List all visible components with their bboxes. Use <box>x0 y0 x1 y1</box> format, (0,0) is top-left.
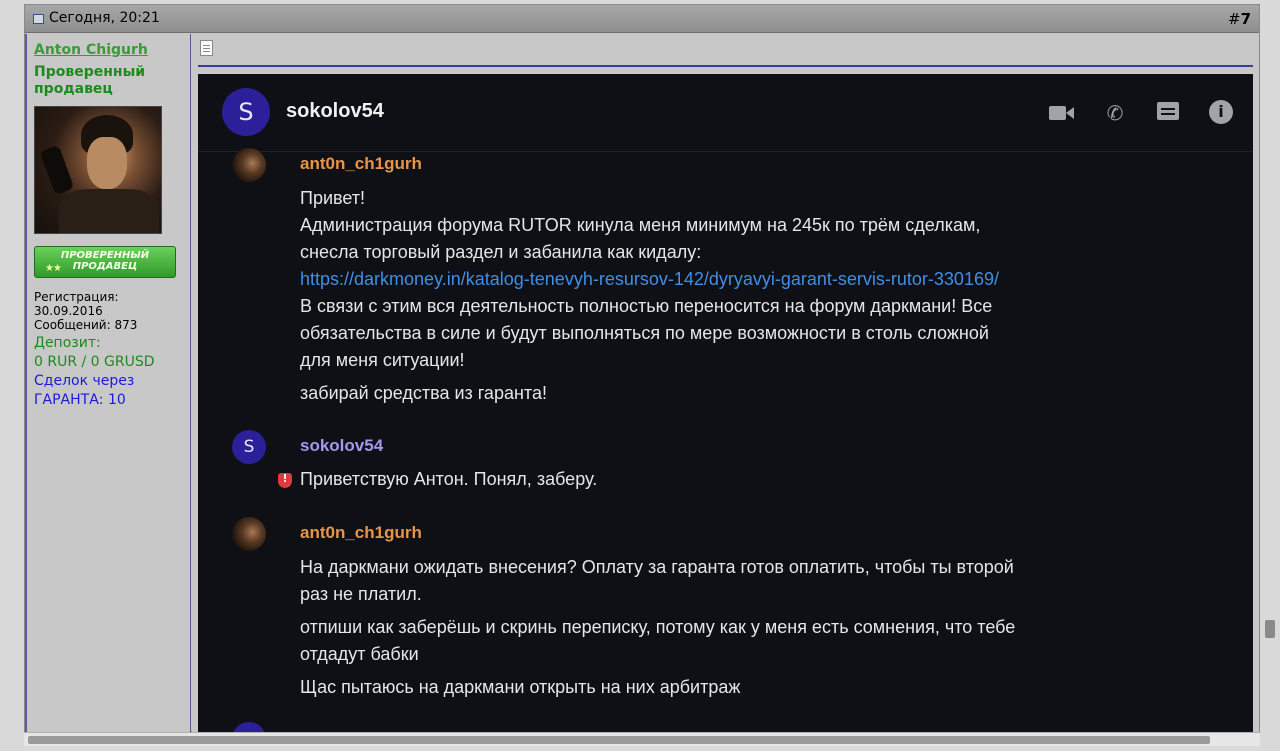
message-text: забирай средства из гаранта! <box>300 383 547 403</box>
info-icon[interactable]: i <box>1209 100 1233 124</box>
scroll-thumb[interactable] <box>28 736 1210 744</box>
message-text: Щас пытаюсь на даркмани открыть на них а… <box>300 677 741 697</box>
message-text: На даркмани ожидать внесения? Оплату за … <box>300 557 1014 604</box>
deposit-info: Депозит: 0 RUR / 0 GRUSD <box>34 335 155 370</box>
shield-icon <box>278 472 292 488</box>
message-text: отпиши как заберёшь и скринь переписку, … <box>300 617 1016 664</box>
chat-actions: ✆ i <box>1047 100 1233 126</box>
chat-icon[interactable] <box>1155 100 1183 126</box>
star-icon: ★★ <box>45 263 62 274</box>
user-info-panel: Anton Chigurh Проверенный продавец ПРОВЕ… <box>25 34 191 732</box>
user-title: Проверенный продавец <box>34 64 146 97</box>
message-avatar: S <box>232 430 266 464</box>
message-text: Приветствую Антон. Понял, заберу. <box>300 469 598 489</box>
vertical-scrollbar[interactable] <box>1262 0 1280 751</box>
post-date: Сегодня, 20:21 <box>49 10 160 26</box>
message-text: Привет! Администрация форума RUTOR кинул… <box>300 188 999 370</box>
post-icon <box>33 14 44 24</box>
message-avatar <box>232 722 266 732</box>
deals-info: Сделок через ГАРАНТА: 10 <box>34 373 135 408</box>
video-camera-icon[interactable] <box>1047 100 1075 126</box>
message-author: sokolov54 <box>300 436 384 455</box>
username-link[interactable]: Anton Chigurh <box>34 42 148 58</box>
chat-contact-name: sokolov54 <box>286 100 384 122</box>
horizontal-scrollbar[interactable] <box>24 732 1260 746</box>
chat-header: S sokolov54 ✆ i <box>198 74 1253 152</box>
post-content: S sokolov54 ✆ i ant0n_ch1gurh Привет! Ад… <box>192 34 1259 732</box>
note-icon <box>200 40 213 56</box>
message-link[interactable]: https://darkmoney.in/katalog-tenevyh-res… <box>300 269 999 289</box>
scroll-thumb[interactable] <box>1265 620 1275 638</box>
post-number[interactable]: #7 <box>1228 10 1251 28</box>
message-author: ant0n_ch1gurh <box>300 154 422 173</box>
message-avatar <box>232 517 266 551</box>
chat-avatar: S <box>222 88 270 136</box>
user-meta: Регистрация: 30.09.2016 Сообщений: 873 <box>34 290 138 332</box>
divider <box>198 65 1253 67</box>
avatar <box>34 106 162 234</box>
phone-icon[interactable]: ✆ <box>1101 100 1129 126</box>
verified-seller-badge: ПРОВЕРЕННЫЙ ПРОДАВЕЦ ★★ <box>34 246 176 278</box>
chat-screenshot: S sokolov54 ✆ i ant0n_ch1gurh Привет! Ад… <box>198 74 1253 732</box>
message-author: ant0n_ch1gurh <box>300 523 422 542</box>
post-header: Сегодня, 20:21 #7 <box>25 5 1259 33</box>
message-avatar <box>232 148 266 182</box>
forum-post: Сегодня, 20:21 #7 Anton Chigurh Проверен… <box>24 4 1260 732</box>
